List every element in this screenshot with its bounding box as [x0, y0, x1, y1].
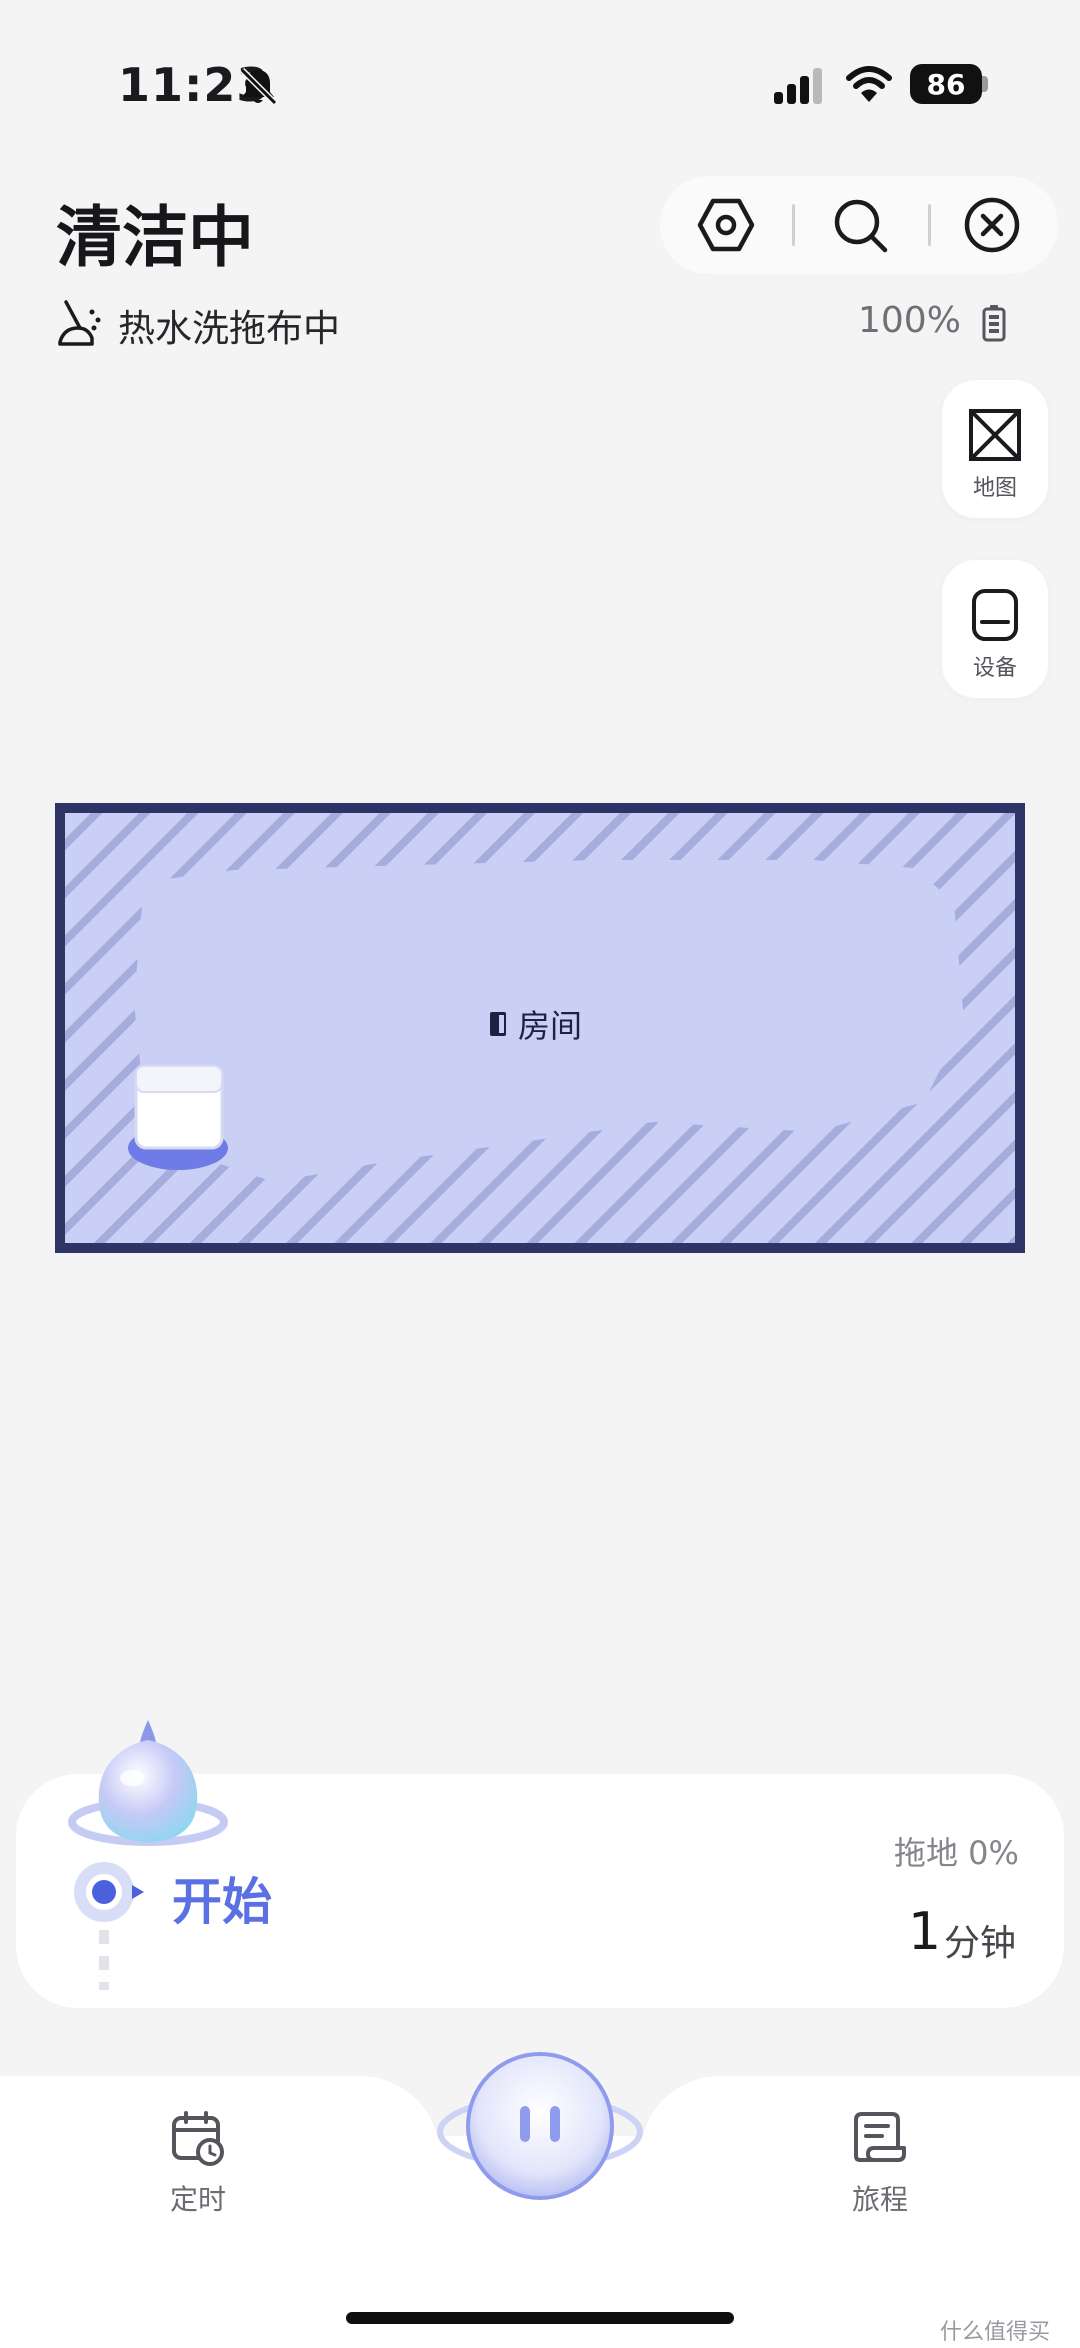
battery-indicator: 86: [910, 64, 982, 104]
pause-button[interactable]: [432, 2040, 648, 2220]
elapsed-time-value: 1: [908, 1902, 942, 1962]
progress-timeline: [74, 1862, 144, 1990]
battery-percent: 100%: [858, 300, 961, 341]
watermark: 什么值得买: [940, 2320, 1051, 2345]
divider: [792, 204, 795, 246]
cellular-signal-icon: [774, 68, 822, 104]
elapsed-time-unit: 分钟: [944, 1923, 1017, 1964]
schedule-tab-label: 定时: [170, 2183, 227, 2216]
home-indicator[interactable]: [346, 2312, 734, 2324]
water-drop-mascot: [68, 1720, 228, 1846]
mop-wash-icon: [58, 300, 101, 346]
page-title: 清洁中: [56, 199, 254, 276]
device-button-label: 设备: [972, 656, 1017, 681]
wifi-icon: [846, 66, 892, 102]
cleaning-substatus: 热水洗拖布中: [118, 307, 340, 350]
trip-tab[interactable]: [852, 2110, 908, 2170]
device-button[interactable]: 设备: [942, 560, 1048, 698]
calendar-clock-icon: [172, 2111, 224, 2166]
journey-log-icon: [854, 2112, 906, 2162]
device-icon: [972, 589, 1018, 641]
progress-step-label: 开始: [172, 1873, 272, 1931]
mop-progress-text: 拖地 0%: [894, 1834, 1019, 1872]
map-icon: [969, 409, 1021, 461]
search-icon[interactable]: [830, 195, 890, 255]
battery-tip: [982, 76, 988, 92]
divider: [928, 204, 931, 246]
schedule-tab[interactable]: [170, 2110, 226, 2170]
room-name: 房间: [518, 1007, 583, 1045]
bell-muted-icon: [239, 67, 278, 106]
pause-icon: [520, 2106, 530, 2142]
map-button[interactable]: 地图: [942, 380, 1048, 518]
settings-icon[interactable]: [696, 195, 756, 255]
header-actions: [660, 176, 1058, 274]
trip-tab-label: 旅程: [852, 2183, 909, 2216]
door-icon: [490, 1012, 506, 1036]
close-icon[interactable]: [962, 195, 1022, 255]
battery-icon: [982, 305, 1006, 342]
room-label[interactable]: 房间: [488, 1004, 583, 1045]
map-button-label: 地图: [972, 476, 1017, 501]
